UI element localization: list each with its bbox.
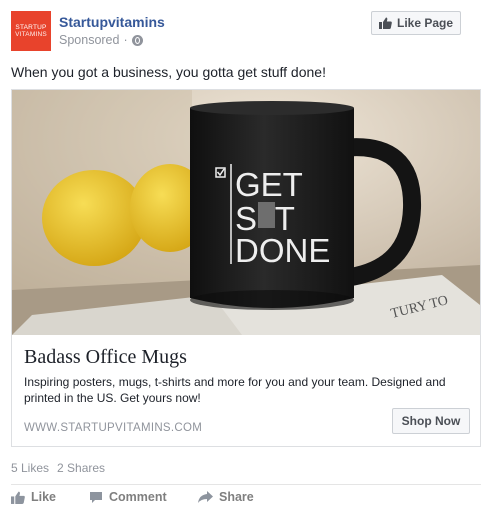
share-action-label: Share (219, 490, 254, 504)
ad-card[interactable]: TURY TO GET S T DONE Badass Office Mugs … (11, 89, 481, 447)
mug-scene-illustration: TURY TO GET S T DONE (12, 90, 480, 335)
shop-now-button[interactable]: Shop Now (392, 408, 470, 434)
mug-text-line-1: GET (235, 166, 303, 203)
separator-dot: · (123, 33, 128, 47)
thumbs-up-icon (378, 17, 392, 29)
comment-action-button[interactable]: Comment (89, 490, 167, 504)
page-name-link[interactable]: Startupvitamins (59, 14, 165, 30)
shares-count[interactable]: 2 Shares (57, 461, 105, 475)
post-actions-bar: Like Comment Share (11, 490, 481, 510)
sponsored-text[interactable]: Sponsored (59, 33, 119, 47)
sponsored-label: Sponsored · (59, 33, 143, 47)
product-photo[interactable]: TURY TO GET S T DONE (12, 90, 480, 335)
comment-icon (90, 491, 102, 503)
engagement-stats: 5 Likes 2 Shares (11, 461, 105, 475)
avatar-logo-text-2: VITAMINS (15, 31, 47, 38)
share-action-button[interactable]: Share (198, 490, 254, 504)
sponsored-post: STARTUP VITAMINS Startupvitamins Sponsor… (0, 0, 493, 514)
ad-description: Inspiring posters, mugs, t-shirts and mo… (24, 375, 446, 405)
like-page-button[interactable]: Like Page (371, 11, 461, 35)
share-icon (198, 490, 213, 503)
page-avatar[interactable]: STARTUP VITAMINS (11, 11, 51, 51)
globe-icon (131, 34, 143, 46)
post-caption: When you got a business, you gotta get s… (11, 64, 326, 80)
thumbs-up-icon (11, 491, 25, 504)
like-action-button[interactable]: Like (11, 490, 56, 504)
actions-divider (11, 484, 481, 485)
like-action-label: Like (31, 490, 57, 504)
ad-url[interactable]: WWW.STARTUPVITAMINS.COM (24, 422, 202, 434)
comment-action-label: Comment (109, 490, 167, 504)
like-page-label: Like Page (396, 16, 454, 30)
mug-text-line-3: DONE (235, 232, 330, 269)
likes-count[interactable]: 5 Likes (11, 461, 49, 475)
ad-headline[interactable]: Badass Office Mugs (24, 346, 187, 369)
avatar-logo-text-1: STARTUP (15, 24, 47, 31)
